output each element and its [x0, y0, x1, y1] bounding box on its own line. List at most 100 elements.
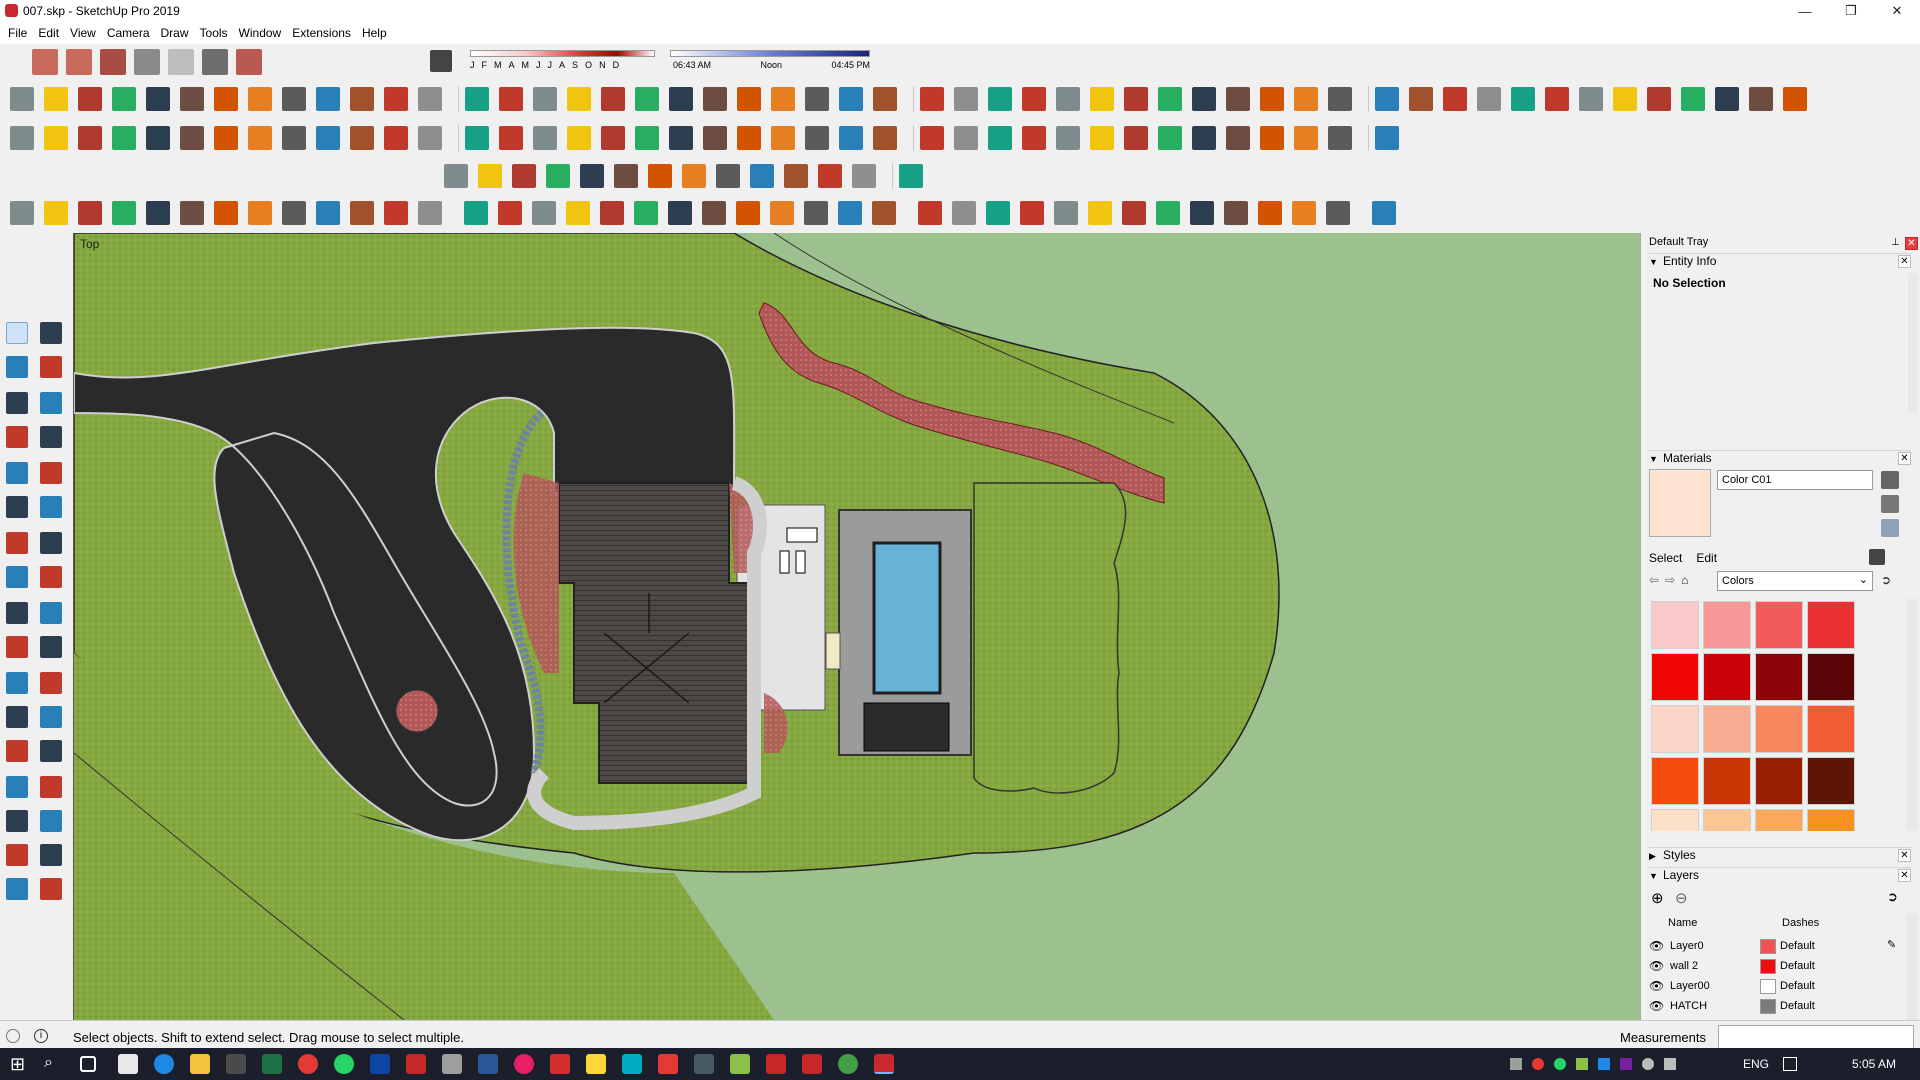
tool-icon[interactable] — [918, 201, 942, 225]
excel-icon[interactable] — [262, 1054, 282, 1074]
rectangle-tool-icon[interactable] — [6, 426, 28, 448]
tool-icon[interactable] — [214, 87, 238, 111]
line-tool-icon[interactable] — [78, 126, 102, 150]
tool-icon[interactable] — [899, 164, 923, 188]
tool-icon[interactable] — [533, 87, 557, 111]
minimize-button[interactable]: — — [1782, 0, 1828, 22]
tool-icon[interactable] — [1681, 87, 1705, 111]
tool-icon[interactable] — [214, 201, 238, 225]
orbit-tool-icon[interactable] — [567, 126, 591, 150]
whatsapp-icon[interactable] — [334, 1054, 354, 1074]
tool-icon[interactable] — [1056, 126, 1080, 150]
material-swatch[interactable] — [1755, 757, 1803, 805]
tool-icon[interactable] — [669, 87, 693, 111]
materials-header[interactable]: ▼ Materials ✕ — [1649, 450, 1911, 466]
xray-style-icon[interactable] — [134, 49, 160, 75]
menu-file[interactable]: File — [4, 22, 34, 44]
make-component-icon[interactable] — [40, 322, 62, 344]
tab-edit[interactable]: Edit — [1696, 551, 1717, 565]
language-indicator[interactable]: ENG — [1743, 1057, 1769, 1071]
tool-icon[interactable] — [1192, 87, 1216, 111]
tool-icon[interactable] — [805, 87, 829, 111]
tool-icon[interactable] — [1158, 126, 1182, 150]
tape-measure-icon[interactable] — [465, 126, 489, 150]
tool-icon[interactable] — [716, 164, 740, 188]
site-plan-drawing[interactable] — [74, 233, 1640, 1020]
tool-icon[interactable] — [805, 126, 829, 150]
material-swatch[interactable] — [1807, 705, 1855, 753]
menu-extensions[interactable]: Extensions — [288, 22, 358, 44]
tool-icon[interactable] — [601, 87, 625, 111]
sketchup-layout-icon[interactable] — [802, 1054, 822, 1074]
tool-icon[interactable] — [1328, 87, 1352, 111]
material-swatch[interactable] — [1755, 809, 1803, 831]
front-view-icon[interactable] — [100, 49, 126, 75]
layer-dashes[interactable]: Default — [1780, 940, 1815, 952]
tool-icon[interactable] — [248, 87, 272, 111]
tool-icon[interactable] — [804, 201, 828, 225]
zoom-window-icon[interactable] — [40, 776, 62, 798]
measurements-input[interactable] — [1718, 1025, 1914, 1049]
entity-info-header[interactable]: ▼ Entity Info ✕ — [1649, 253, 1911, 269]
photoshop-icon[interactable] — [370, 1054, 390, 1074]
pan-tool-icon[interactable] — [601, 126, 625, 150]
layer-name-column[interactable]: Name — [1668, 917, 1697, 929]
material-swatch[interactable] — [1807, 757, 1855, 805]
tool-icon[interactable] — [635, 87, 659, 111]
tool-icon[interactable] — [702, 201, 726, 225]
tool-icon[interactable] — [1158, 87, 1182, 111]
tool-icon[interactable] — [248, 201, 272, 225]
app-icon[interactable] — [406, 1054, 426, 1074]
axes-tool-icon[interactable] — [6, 706, 28, 728]
layer-row[interactable]: 👁 Layer0 Default ✎ — [1649, 937, 1909, 957]
calculator-icon[interactable] — [118, 1054, 138, 1074]
material-swatch[interactable] — [1703, 757, 1751, 805]
tool-icon[interactable] — [1783, 87, 1807, 111]
tool-icon[interactable] — [1260, 126, 1284, 150]
tool-icon[interactable] — [444, 164, 468, 188]
tool-icon[interactable] — [1613, 87, 1637, 111]
text-tool-icon[interactable] — [40, 672, 62, 694]
tool-icon[interactable] — [78, 201, 102, 225]
layer-name[interactable]: Layer0 — [1670, 940, 1704, 952]
tool-icon[interactable] — [1749, 87, 1773, 111]
tool-icon[interactable] — [567, 87, 591, 111]
tool-icon[interactable] — [614, 164, 638, 188]
material-preview[interactable] — [1649, 469, 1711, 537]
layer-dashes[interactable]: Default — [1780, 1000, 1815, 1012]
close-button[interactable]: ✕ — [1874, 0, 1920, 22]
sticky-notes-icon[interactable] — [586, 1054, 606, 1074]
rotate-tool-icon[interactable] — [6, 566, 28, 588]
dropdown-arrow-icon[interactable] — [180, 126, 204, 150]
tool-icon[interactable] — [112, 87, 136, 111]
entity-scrollbar[interactable] — [1908, 273, 1918, 413]
text-tool-icon[interactable] — [499, 126, 523, 150]
3d-text-icon[interactable] — [40, 706, 62, 728]
tool-icon[interactable] — [668, 201, 692, 225]
tool-icon[interactable] — [818, 164, 842, 188]
menu-view[interactable]: View — [66, 22, 103, 44]
eye-visibility-icon[interactable]: 👁 — [1649, 979, 1664, 993]
tool-icon[interactable] — [988, 87, 1012, 111]
tool-icon[interactable] — [384, 87, 408, 111]
shaded-style-icon[interactable] — [202, 49, 228, 75]
close-panel-icon[interactable]: ✕ — [1898, 452, 1911, 465]
tool-icon[interactable] — [78, 87, 102, 111]
tool-icon[interactable] — [1156, 201, 1180, 225]
material-library-select[interactable]: Colors ⌄ — [1717, 571, 1873, 591]
tool-icon[interactable] — [1020, 201, 1044, 225]
arc-tool-icon[interactable] — [146, 126, 170, 150]
tool-icon[interactable] — [180, 87, 204, 111]
offset-tool-icon[interactable] — [40, 602, 62, 624]
tool-icon[interactable] — [784, 164, 808, 188]
layers-header[interactable]: ▼ Layers ✕ — [1649, 867, 1911, 883]
tray-icon[interactable] — [1510, 1058, 1522, 1070]
tool-icon[interactable] — [839, 87, 863, 111]
start-windows-icon[interactable]: ⊞ — [10, 1054, 30, 1074]
layer-color-swatch[interactable] — [1760, 959, 1776, 974]
pin-icon[interactable]: ⊥ — [1889, 237, 1902, 250]
iso-view-icon[interactable] — [32, 49, 58, 75]
back-arrow-icon[interactable]: ⇦ — [1649, 573, 1659, 587]
pie-tool-icon[interactable] — [40, 496, 62, 518]
tool-icon[interactable] — [750, 164, 774, 188]
